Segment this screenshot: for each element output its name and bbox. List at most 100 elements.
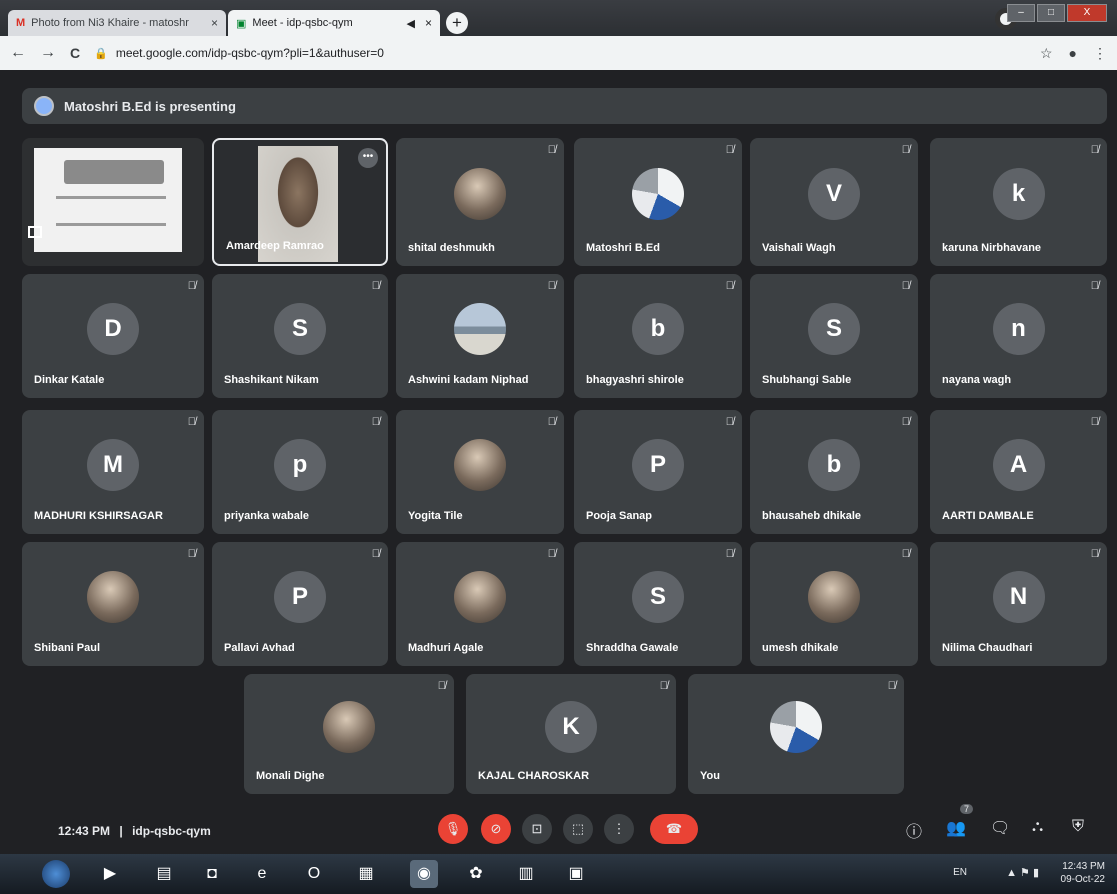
mic-muted-icon: 🎙̸ bbox=[187, 548, 196, 560]
host-controls-icon[interactable]: ⛨ bbox=[1072, 818, 1084, 836]
window-close-button[interactable]: X bbox=[1067, 4, 1107, 22]
mic-muted-icon: 🎙̸ bbox=[547, 144, 556, 156]
participant-name: Monali Dighe bbox=[256, 770, 325, 782]
participant-tile[interactable]: 🎙̸ shital deshmukh bbox=[396, 138, 564, 266]
tab-meet[interactable]: ▣ Meet - idp-qsbc-qym ◀ × bbox=[228, 10, 440, 36]
tab-label: Photo from Ni3 Khaire - matoshr bbox=[31, 17, 189, 29]
media-center-icon[interactable]: ◘ bbox=[198, 860, 226, 888]
meet-stage: Matoshri B.Ed is presenting ••• Amardeep … bbox=[0, 70, 1117, 854]
participant-tile[interactable]: P 🎙̸ Pallavi Avhad bbox=[212, 542, 388, 666]
more-options-icon[interactable]: ••• bbox=[358, 148, 378, 168]
internet-explorer-icon[interactable]: e bbox=[248, 860, 276, 888]
participant-tile[interactable]: 🎙̸ You bbox=[688, 674, 904, 794]
participant-tile[interactable]: N 🎙̸ Nilima Chaudhari bbox=[930, 542, 1107, 666]
mic-muted-icon: 🎙̸ bbox=[187, 416, 196, 428]
maximize-button[interactable]: □ bbox=[1037, 4, 1065, 22]
participant-tile[interactable]: 🎙̸ Shibani Paul bbox=[22, 542, 204, 666]
participant-tile[interactable]: n 🎙̸ nayana wagh bbox=[930, 274, 1107, 398]
mic-off-button[interactable]: 🎙 bbox=[438, 814, 468, 844]
chat-icon[interactable]: 🗨 bbox=[990, 818, 1010, 838]
participant-avatar: A bbox=[992, 438, 1045, 491]
participant-tile[interactable]: S 🎙̸ Shraddha Gawale bbox=[574, 542, 742, 666]
screenshot-icon[interactable]: ✿ bbox=[462, 860, 490, 888]
activities-icon[interactable]: ⛬ bbox=[1032, 818, 1043, 836]
speaker-icon: ◀ bbox=[406, 17, 415, 30]
tab-close-icon[interactable]: × bbox=[425, 16, 432, 30]
chrome-icon[interactable]: ◉ bbox=[410, 860, 438, 888]
participant-tile[interactable]: M 🎙̸ MADHURI KSHIRSAGAR bbox=[22, 410, 204, 534]
system-clock[interactable]: 12:43 PM 09-Oct-22 bbox=[1061, 860, 1105, 886]
participant-tile[interactable]: 🎙̸ umesh dhikale bbox=[750, 542, 918, 666]
participant-name: Shubhangi Sable bbox=[762, 374, 852, 386]
participant-tile[interactable]: ••• Amardeep Ramrao bbox=[212, 138, 388, 266]
camera-off-button[interactable]: ⊘ bbox=[481, 814, 511, 844]
participant-tile[interactable] bbox=[22, 138, 204, 266]
extension-icon[interactable]: ● bbox=[1069, 45, 1077, 62]
back-button[interactable]: ← bbox=[10, 44, 26, 62]
participant-name: nayana wagh bbox=[942, 374, 1012, 386]
participant-tile[interactable]: p 🎙̸ priyanka wabale bbox=[212, 410, 388, 534]
participant-avatar: S bbox=[632, 570, 684, 623]
participant-tile[interactable]: 🎙̸ Madhuri Agale bbox=[396, 542, 564, 666]
meeting-info: 12:43 PM | idp-qsbc-qym bbox=[58, 824, 211, 838]
participant-name: priyanka wabale bbox=[224, 510, 309, 522]
participant-tile[interactable]: S 🎙̸ Shashikant Nikam bbox=[212, 274, 388, 398]
participant-avatar: V bbox=[808, 168, 860, 221]
menu-kebab-icon[interactable]: ⋮ bbox=[1093, 45, 1107, 62]
participant-tile[interactable]: b 🎙̸ bhausaheb dhikale bbox=[750, 410, 918, 534]
meeting-details-icon[interactable]: ⓘ bbox=[906, 818, 922, 842]
tab-gmail[interactable]: M Photo from Ni3 Khaire - matoshr × bbox=[8, 10, 226, 36]
more-options-button[interactable]: ⋮ bbox=[604, 814, 634, 844]
participant-avatar bbox=[454, 438, 506, 491]
start-button[interactable] bbox=[42, 860, 70, 888]
participant-tile[interactable]: K 🎙̸ KAJAL CHAROSKAR bbox=[466, 674, 676, 794]
leave-call-button[interactable]: ☎ bbox=[650, 814, 698, 844]
address-bar[interactable]: 🔒 meet.google.com/idp-qsbc-qym?pli=1&aut… bbox=[94, 46, 1026, 60]
participant-tile[interactable]: 🎙̸ Ashwini kadam Niphad bbox=[396, 274, 564, 398]
minimize-button[interactable]: – bbox=[1007, 4, 1035, 22]
participant-tile[interactable]: 🎙̸ Matoshri B.Ed bbox=[574, 138, 742, 266]
participant-tile[interactable]: P 🎙̸ Pooja Sanap bbox=[574, 410, 742, 534]
opera-icon[interactable]: O bbox=[300, 860, 328, 888]
mic-muted-icon: 🎙̸ bbox=[547, 280, 556, 292]
bookmark-star-icon[interactable]: ☆ bbox=[1040, 45, 1053, 62]
participant-tile[interactable]: k 🎙̸ karuna Nirbhavane bbox=[930, 138, 1107, 266]
captions-button[interactable]: ⊡ bbox=[522, 814, 552, 844]
presenting-banner: Matoshri B.Ed is presenting bbox=[22, 88, 1107, 124]
participant-tile[interactable]: D 🎙̸ Dinkar Katale bbox=[22, 274, 204, 398]
window-app-icon[interactable]: ▣ bbox=[562, 860, 590, 888]
participant-count-badge: 7 bbox=[960, 804, 974, 814]
participant-tile[interactable]: 🎙̸ Monali Dighe bbox=[244, 674, 454, 794]
file-explorer-icon[interactable]: ▤ bbox=[150, 860, 178, 888]
tray-icons[interactable]: ▲ ⚑ ▮ bbox=[1006, 866, 1039, 879]
url-text: meet.google.com/idp-qsbc-qym?pli=1&authu… bbox=[115, 46, 384, 60]
participant-avatar: N bbox=[992, 570, 1045, 623]
tab-close-icon[interactable]: × bbox=[211, 16, 218, 30]
browser-tab-strip: M Photo from Ni3 Khaire - matoshr × ▣ Me… bbox=[0, 0, 1117, 36]
participant-tile[interactable]: b 🎙̸ bhagyashri shirole bbox=[574, 274, 742, 398]
reload-button[interactable]: C bbox=[70, 45, 80, 61]
document-icon[interactable]: ▥ bbox=[512, 860, 540, 888]
participant-avatar: b bbox=[808, 438, 860, 491]
participant-avatar bbox=[808, 570, 860, 623]
mic-muted-icon: 🎙̸ bbox=[1090, 548, 1099, 560]
participant-tile[interactable]: V 🎙̸ Vaishali Wagh bbox=[750, 138, 918, 266]
app-icon[interactable]: ▦ bbox=[352, 860, 380, 888]
language-indicator[interactable]: EN bbox=[953, 867, 967, 878]
new-tab-button[interactable]: + bbox=[446, 12, 468, 34]
participant-name: bhagyashri shirole bbox=[586, 374, 684, 386]
media-player-icon[interactable]: ▶ bbox=[96, 860, 124, 888]
people-icon[interactable]: 👥 bbox=[946, 818, 966, 838]
mic-muted-icon: 🎙̸ bbox=[901, 548, 910, 560]
presenting-text: Matoshri B.Ed is presenting bbox=[64, 98, 236, 114]
mic-muted-icon: 🎙̸ bbox=[901, 144, 910, 156]
mic-muted-icon: 🎙̸ bbox=[547, 548, 556, 560]
participant-name: Dinkar Katale bbox=[34, 374, 105, 386]
participant-avatar bbox=[87, 570, 139, 623]
gmail-icon: M bbox=[16, 17, 26, 29]
present-screen-button[interactable]: ⬚ bbox=[563, 814, 593, 844]
participant-tile[interactable]: 🎙̸ Yogita Tile bbox=[396, 410, 564, 534]
participant-tile[interactable]: A 🎙̸ AARTI DAMBALE bbox=[930, 410, 1107, 534]
forward-button[interactable]: → bbox=[40, 44, 56, 62]
participant-tile[interactable]: S 🎙̸ Shubhangi Sable bbox=[750, 274, 918, 398]
